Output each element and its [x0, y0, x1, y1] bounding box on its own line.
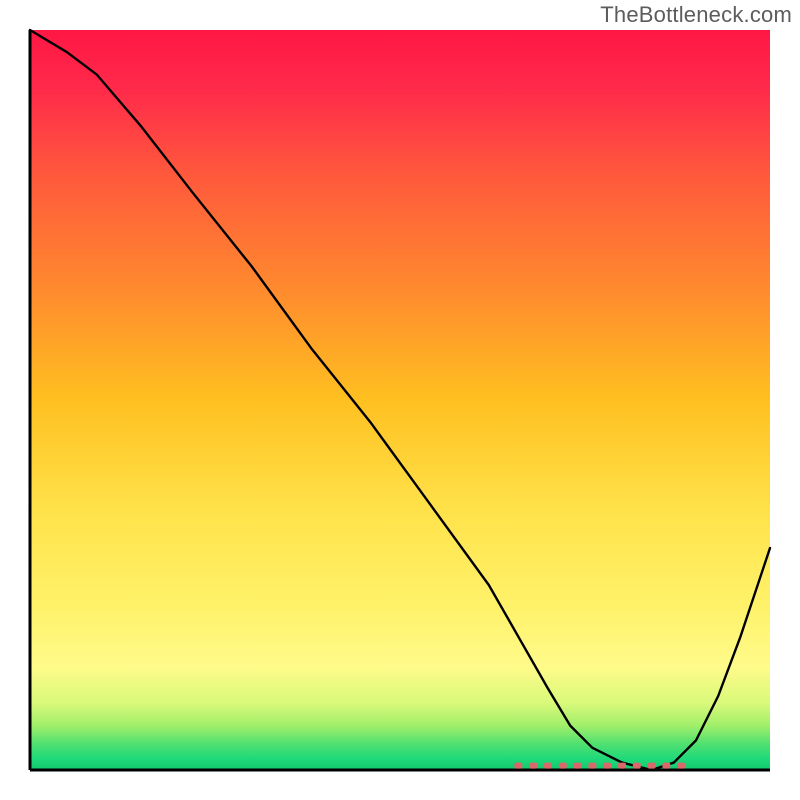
- zero-band-dash: [677, 763, 685, 769]
- zero-band-dash: [648, 763, 656, 769]
- zero-band-dash: [618, 763, 626, 769]
- zero-band-dash: [603, 763, 611, 769]
- chart-svg: [0, 0, 800, 800]
- zero-band-dash: [588, 763, 596, 769]
- zero-band-dash: [529, 763, 537, 769]
- watermark-text: TheBottleneck.com: [600, 2, 792, 28]
- zero-band-dash: [559, 763, 567, 769]
- zero-band-dash: [514, 763, 522, 769]
- chart-container: TheBottleneck.com: [0, 0, 800, 800]
- zero-band-dash: [662, 763, 670, 769]
- plot-background: [30, 30, 770, 770]
- zero-band-dash: [574, 763, 582, 769]
- zero-band-dash: [544, 763, 552, 769]
- zero-band-dash: [633, 763, 641, 769]
